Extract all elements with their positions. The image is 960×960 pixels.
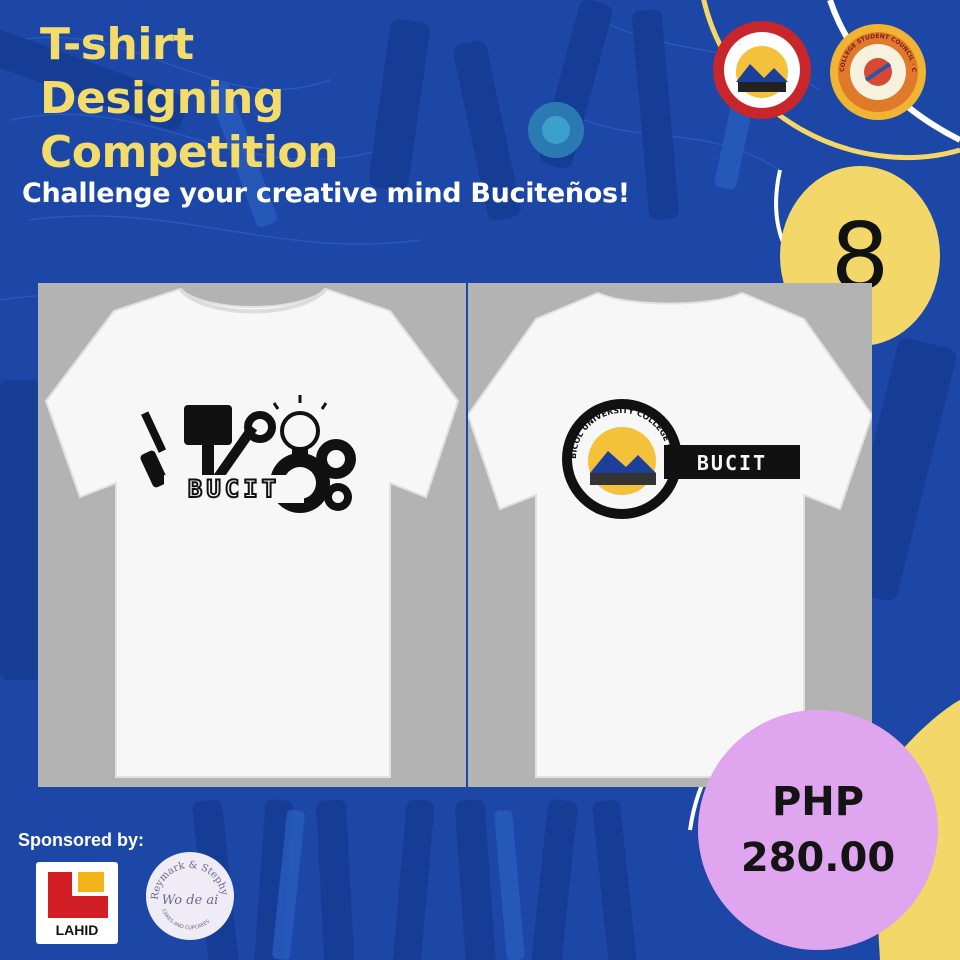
- back-shirt: [468, 291, 872, 778]
- price-currency: PHP: [771, 779, 865, 825]
- student-council-seal-logo: COLLEGE STUDENT COUNCIL · COLLEGE OF IND…: [825, 17, 928, 122]
- shop-name-bottom: CAKES AND CUPCAKES: [160, 908, 211, 931]
- price-badge: PHP 280.00: [698, 710, 938, 950]
- cake-shop-logo: Reymark & Stephy Wo de ai CAKES AND CUPC…: [146, 852, 234, 940]
- title-line-3: Competition: [40, 127, 339, 178]
- price-amount: 280.00: [740, 835, 896, 881]
- front-shirt-photo: BUCIT: [38, 283, 466, 787]
- svg-text:CAKES AND CUPCAKES: CAKES AND CUPCAKES: [160, 908, 211, 931]
- sponsored-label: Sponsored by:: [18, 830, 145, 850]
- page-title: T-shirt Designing Competition: [40, 18, 339, 180]
- shop-name-script: Wo de ai: [162, 893, 219, 908]
- title-line-1: T-shirt: [40, 19, 194, 70]
- lahid-name: LAHID: [55, 922, 99, 938]
- bucit-seal-logo: BICOL UNIVERSITY COLLEGE OF INDUSTRIAL T…: [708, 14, 812, 120]
- lahid-logo: LAHID: [36, 862, 118, 944]
- back-shirt-text: BUCIT: [697, 451, 767, 475]
- title-line-2: Designing: [40, 73, 284, 124]
- front-shirt-text: BUCIT: [188, 475, 280, 503]
- subtitle: Challenge your creative mind Buciteños!: [22, 178, 630, 209]
- front-shirt: [44, 287, 460, 778]
